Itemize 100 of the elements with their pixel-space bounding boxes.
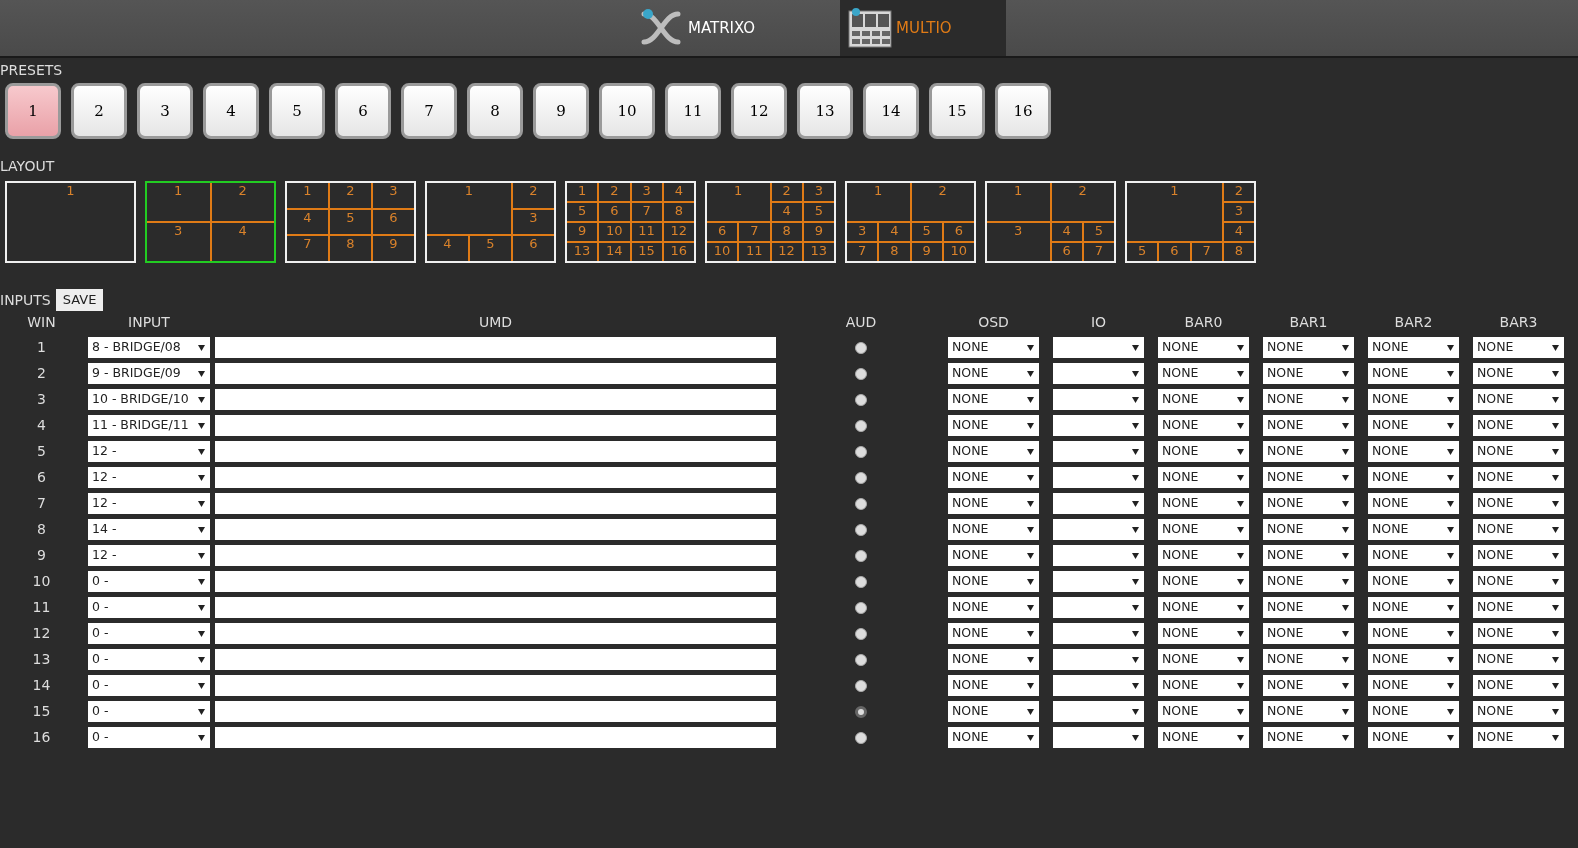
bar-select[interactable]: NONE xyxy=(1263,519,1354,540)
input-select[interactable]: 0 - xyxy=(88,727,210,748)
bar-select[interactable]: NONE xyxy=(1473,649,1564,670)
bar-select[interactable]: NONE xyxy=(1473,675,1564,696)
preset-button[interactable]: 13 xyxy=(797,83,853,139)
bar-select[interactable]: NONE xyxy=(1368,701,1459,722)
input-select[interactable]: 14 - xyxy=(88,519,210,540)
umd-field[interactable] xyxy=(215,389,776,410)
osd-select[interactable]: NONE xyxy=(948,363,1039,384)
aud-radio[interactable] xyxy=(855,549,867,562)
preset-button[interactable]: 5 xyxy=(269,83,325,139)
bar-select[interactable]: NONE xyxy=(1473,623,1564,644)
bar-select[interactable]: NONE xyxy=(1263,571,1354,592)
bar-select[interactable]: NONE xyxy=(1368,597,1459,618)
umd-field[interactable] xyxy=(215,467,776,488)
bar-select[interactable]: NONE xyxy=(1473,467,1564,488)
umd-field[interactable] xyxy=(215,363,776,384)
io-select[interactable] xyxy=(1053,363,1144,384)
bar-select[interactable]: NONE xyxy=(1368,623,1459,644)
umd-field[interactable] xyxy=(215,519,776,540)
aud-radio[interactable] xyxy=(855,367,867,380)
bar-select[interactable]: NONE xyxy=(1473,337,1564,358)
aud-radio[interactable] xyxy=(855,601,867,614)
preset-button[interactable]: 7 xyxy=(401,83,457,139)
input-select[interactable]: 12 - xyxy=(88,545,210,566)
io-select[interactable] xyxy=(1053,701,1144,722)
io-select[interactable] xyxy=(1053,389,1144,410)
preset-button[interactable]: 4 xyxy=(203,83,259,139)
bar-select[interactable]: NONE xyxy=(1368,441,1459,462)
io-select[interactable] xyxy=(1053,675,1144,696)
bar-select[interactable]: NONE xyxy=(1158,389,1249,410)
umd-field[interactable] xyxy=(215,623,776,644)
bar-select[interactable]: NONE xyxy=(1263,363,1354,384)
preset-button[interactable]: 3 xyxy=(137,83,193,139)
input-select[interactable]: 0 - xyxy=(88,597,210,618)
preset-button[interactable]: 12 xyxy=(731,83,787,139)
bar-select[interactable]: NONE xyxy=(1158,519,1249,540)
preset-button[interactable]: 14 xyxy=(863,83,919,139)
umd-field[interactable] xyxy=(215,701,776,722)
bar-select[interactable]: NONE xyxy=(1368,727,1459,748)
bar-select[interactable]: NONE xyxy=(1263,545,1354,566)
bar-select[interactable]: NONE xyxy=(1368,649,1459,670)
layout-option[interactable]: 1 2 3 4 5 6 7 8 9 10 11 12 13 xyxy=(705,181,836,263)
nav-tab[interactable]: MATRIXO xyxy=(630,0,840,56)
io-select[interactable] xyxy=(1053,519,1144,540)
bar-select[interactable]: NONE xyxy=(1368,337,1459,358)
bar-select[interactable]: NONE xyxy=(1263,701,1354,722)
umd-field[interactable] xyxy=(215,571,776,592)
preset-button[interactable]: 10 xyxy=(599,83,655,139)
input-select[interactable]: 10 - BRIDGE/10 xyxy=(88,389,210,410)
input-select[interactable]: 12 - xyxy=(88,467,210,488)
osd-select[interactable]: NONE xyxy=(948,649,1039,670)
umd-field[interactable] xyxy=(215,493,776,514)
bar-select[interactable]: NONE xyxy=(1368,545,1459,566)
preset-button[interactable]: 6 xyxy=(335,83,391,139)
bar-select[interactable]: NONE xyxy=(1158,701,1249,722)
io-select[interactable] xyxy=(1053,441,1144,462)
osd-select[interactable]: NONE xyxy=(948,701,1039,722)
io-select[interactable] xyxy=(1053,467,1144,488)
input-select[interactable]: 12 - xyxy=(88,493,210,514)
input-select[interactable]: 0 - xyxy=(88,675,210,696)
input-select[interactable]: 8 - BRIDGE/08 xyxy=(88,337,210,358)
preset-button[interactable]: 8 xyxy=(467,83,523,139)
bar-select[interactable]: NONE xyxy=(1473,545,1564,566)
osd-select[interactable]: NONE xyxy=(948,727,1039,748)
layout-option[interactable]: 1 2 3 4 5 6 7 8 9 xyxy=(285,181,416,263)
osd-select[interactable]: NONE xyxy=(948,389,1039,410)
io-select[interactable] xyxy=(1053,545,1144,566)
preset-button[interactable]: 1 xyxy=(5,83,61,139)
bar-select[interactable]: NONE xyxy=(1158,363,1249,384)
bar-select[interactable]: NONE xyxy=(1368,389,1459,410)
bar-select[interactable]: NONE xyxy=(1473,727,1564,748)
preset-button[interactable]: 2 xyxy=(71,83,127,139)
aud-radio[interactable] xyxy=(855,497,867,510)
input-select[interactable]: 11 - BRIDGE/11 xyxy=(88,415,210,436)
bar-select[interactable]: NONE xyxy=(1368,519,1459,540)
input-select[interactable]: 0 - xyxy=(88,701,210,722)
bar-select[interactable]: NONE xyxy=(1473,493,1564,514)
layout-option[interactable]: 1 2 3 4 5 6 7 8 9 10 11 12 13 14 15 16 xyxy=(565,181,696,263)
bar-select[interactable]: NONE xyxy=(1473,363,1564,384)
bar-select[interactable]: NONE xyxy=(1263,649,1354,670)
bar-select[interactable]: NONE xyxy=(1263,389,1354,410)
bar-select[interactable]: NONE xyxy=(1473,571,1564,592)
aud-radio[interactable] xyxy=(855,627,867,640)
input-select[interactable]: 9 - BRIDGE/09 xyxy=(88,363,210,384)
bar-select[interactable]: NONE xyxy=(1263,493,1354,514)
bar-select[interactable]: NONE xyxy=(1158,441,1249,462)
bar-select[interactable]: NONE xyxy=(1473,597,1564,618)
input-select[interactable]: 0 - xyxy=(88,649,210,670)
bar-select[interactable]: NONE xyxy=(1473,415,1564,436)
bar-select[interactable]: NONE xyxy=(1158,415,1249,436)
io-select[interactable] xyxy=(1053,571,1144,592)
io-select[interactable] xyxy=(1053,337,1144,358)
osd-select[interactable]: NONE xyxy=(948,441,1039,462)
bar-select[interactable]: NONE xyxy=(1158,727,1249,748)
aud-radio[interactable] xyxy=(855,731,867,744)
bar-select[interactable]: NONE xyxy=(1368,467,1459,488)
umd-field[interactable] xyxy=(215,597,776,618)
bar-select[interactable]: NONE xyxy=(1473,519,1564,540)
osd-select[interactable]: NONE xyxy=(948,623,1039,644)
